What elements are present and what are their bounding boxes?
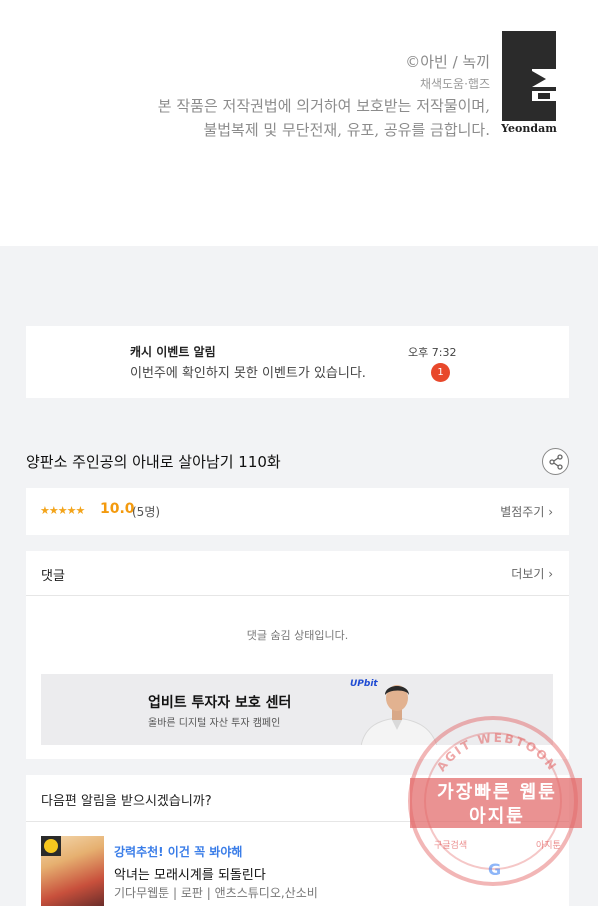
rating-score: 10.0 [100,501,135,517]
author-credit: ©아빈 / 녹끼 [405,53,490,71]
rating-bar: ★★★★★ 10.0 (5명) 별점주기 › [26,488,569,535]
notification-title: 캐시 이벤트 알림 [130,345,216,359]
ad-subtitle: 올바른 디지털 자산 투자 캠페인 [148,718,281,729]
share-button[interactable] [542,448,569,475]
episode-title: 양판소 주인공의 아내로 살아남기 110화 [26,453,281,471]
copyright-section: ©아빈 / 녹끼 채색도움·햅즈 본 작품은 저작권법에 의거하여 보호받는 저… [0,0,598,246]
star-rating-icons: ★★★★★ [40,504,85,517]
copyright-notice-line-2: 불법복제 및 무단전재, 유포, 공유를 금합니다. [203,121,490,139]
rating-count: (5명) [132,505,161,519]
notification-count-badge: 1 [431,363,450,382]
color-assistant-credit: 채색도움·햅즈 [419,77,490,91]
copyright-notice-line-1: 본 작품은 저작권법에 의거하여 보호받는 저작물이며, [157,97,490,115]
rate-button[interactable]: 별점주기 › [500,503,553,520]
watermark-line-1: 가장빠른 웹툰 [437,782,557,803]
ad-title: 업비트 투자자 보호 센터 [148,695,292,711]
recommendation-tag: 강력추천! 이건 꼭 봐야해 [114,845,243,859]
watermark-bottom-left: 구글검색 [434,841,468,851]
publisher-logo-text: Yeondam [501,122,557,135]
comments-divider [26,595,569,596]
notification-message: 이번주에 확인하지 못한 이벤트가 있습니다. [130,366,366,381]
google-g-icon: G [488,860,502,879]
comments-more-link[interactable]: 더보기 › [511,565,553,582]
subscribe-question: 다음편 알림을 받으시겠습니까? [41,794,212,809]
notification-time: 오후 7:32 [408,346,457,359]
recommendation-title[interactable]: 악녀는 모래시계를 되돌린다 [114,864,266,883]
cash-event-notification[interactable]: 캐시 이벤트 알림 이번주에 확인하지 못한 이벤트가 있습니다. 오후 7:3… [26,326,569,398]
comments-header: 댓글 [41,569,65,584]
watermark-line-2: 아지툰 [469,806,525,827]
share-icon [549,454,563,470]
copyright-text-block: ©아빈 / 녹끼 채색도움·햅즈 본 작품은 저작권법에 의거하여 보호받는 저… [158,50,490,142]
recommendation-thumbnail[interactable] [41,836,104,906]
agit-webtoon-watermark: AGIT WEBTOON 가장빠른 웹툰 아지툰 구글검색 아지툰 G [408,716,582,886]
publisher-logo [502,31,556,121]
recommendation-meta: 기다무웹툰 | 로판 | 앤츠스튜디오,산소비 [114,886,318,900]
watermark-bottom-right: 아지툰 [536,841,561,851]
comments-hidden-message: 댓글 숨김 상태입니다. [246,629,349,642]
wait-free-clock-icon [41,836,61,856]
